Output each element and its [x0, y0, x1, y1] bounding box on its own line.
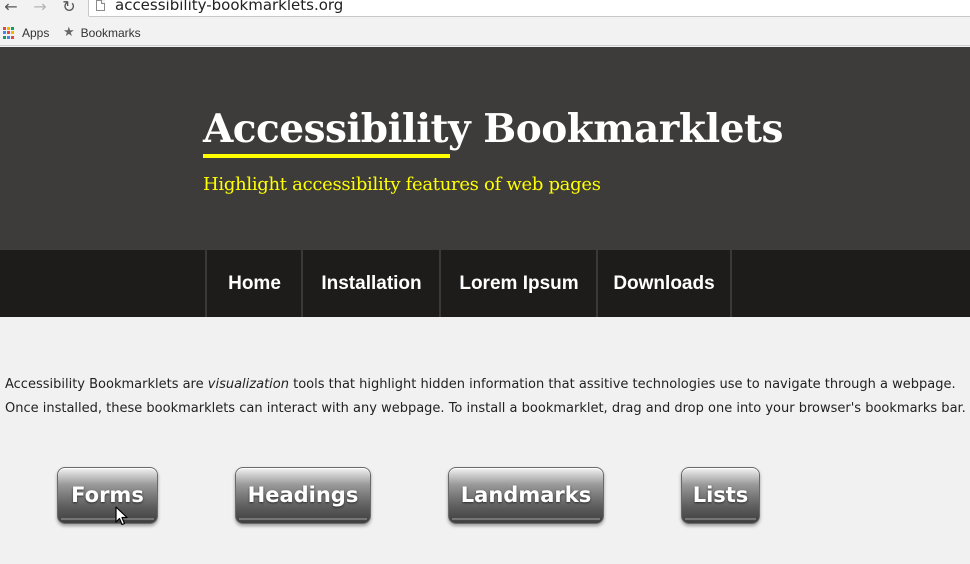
nav-item-home[interactable]: Home: [205, 250, 302, 317]
apps-grid-icon: [3, 27, 15, 39]
forward-arrow-icon[interactable]: →: [31, 0, 49, 16]
headings-bookmarklet-button[interactable]: Headings: [235, 467, 371, 524]
url-text[interactable]: accessibility-bookmarklets.org: [115, 0, 343, 13]
title-underline: [203, 154, 450, 158]
apps-shortcut[interactable]: Apps: [3, 25, 49, 41]
intro-line-2: Once installed, these bookmarklets can i…: [5, 401, 966, 416]
nav-item-label: Lorem Ipsum: [459, 272, 579, 294]
main-navigation: Home Installation Lorem Ipsum Downloads: [0, 250, 970, 317]
bookmarks-label: Bookmarks: [80, 26, 141, 40]
site-tagline: Highlight accessibility features of web …: [203, 174, 601, 195]
bookmarklet-label: Lists: [692, 483, 749, 507]
address-bar[interactable]: accessibility-bookmarklets.org: [88, 0, 970, 17]
nav-item-downloads[interactable]: Downloads: [596, 250, 732, 317]
back-arrow-icon[interactable]: ←: [2, 0, 20, 16]
site-header: Accessibility Bookmarklets Highlight acc…: [0, 47, 970, 250]
bookmarks-folder[interactable]: ★ Bookmarks: [63, 25, 141, 41]
bookmarklet-label: Landmarks: [460, 483, 592, 507]
intro-line-1: Accessibility Bookmarklets are visualiza…: [5, 377, 956, 392]
nav-item-label: Downloads: [613, 272, 715, 294]
nav-item-lorem-ipsum[interactable]: Lorem Ipsum: [439, 250, 597, 317]
landmarks-bookmarklet-button[interactable]: Landmarks: [448, 467, 604, 524]
bookmarklet-label: Forms: [71, 483, 144, 507]
reload-icon[interactable]: ↻: [60, 0, 78, 16]
bookmarks-bar: Apps ★ Bookmarks: [0, 21, 970, 46]
bookmarklet-label: Headings: [247, 483, 359, 507]
browser-toolbar: ← → ↻ accessibility-bookmarklets.org: [0, 0, 970, 21]
mouse-pointer-icon: [115, 506, 128, 526]
nav-item-label: Home: [228, 272, 281, 294]
apps-label: Apps: [22, 26, 50, 40]
site-title[interactable]: Accessibility Bookmarklets: [203, 104, 783, 154]
intro-paragraph: Accessibility Bookmarklets are visualiza…: [5, 373, 970, 421]
lists-bookmarklet-button[interactable]: Lists: [681, 467, 760, 524]
forms-bookmarklet-button[interactable]: Forms: [57, 467, 158, 524]
nav-item-label: Installation: [321, 272, 422, 294]
star-icon: ★: [63, 25, 75, 40]
page-icon: [96, 0, 105, 11]
nav-item-installation[interactable]: Installation: [301, 250, 440, 317]
